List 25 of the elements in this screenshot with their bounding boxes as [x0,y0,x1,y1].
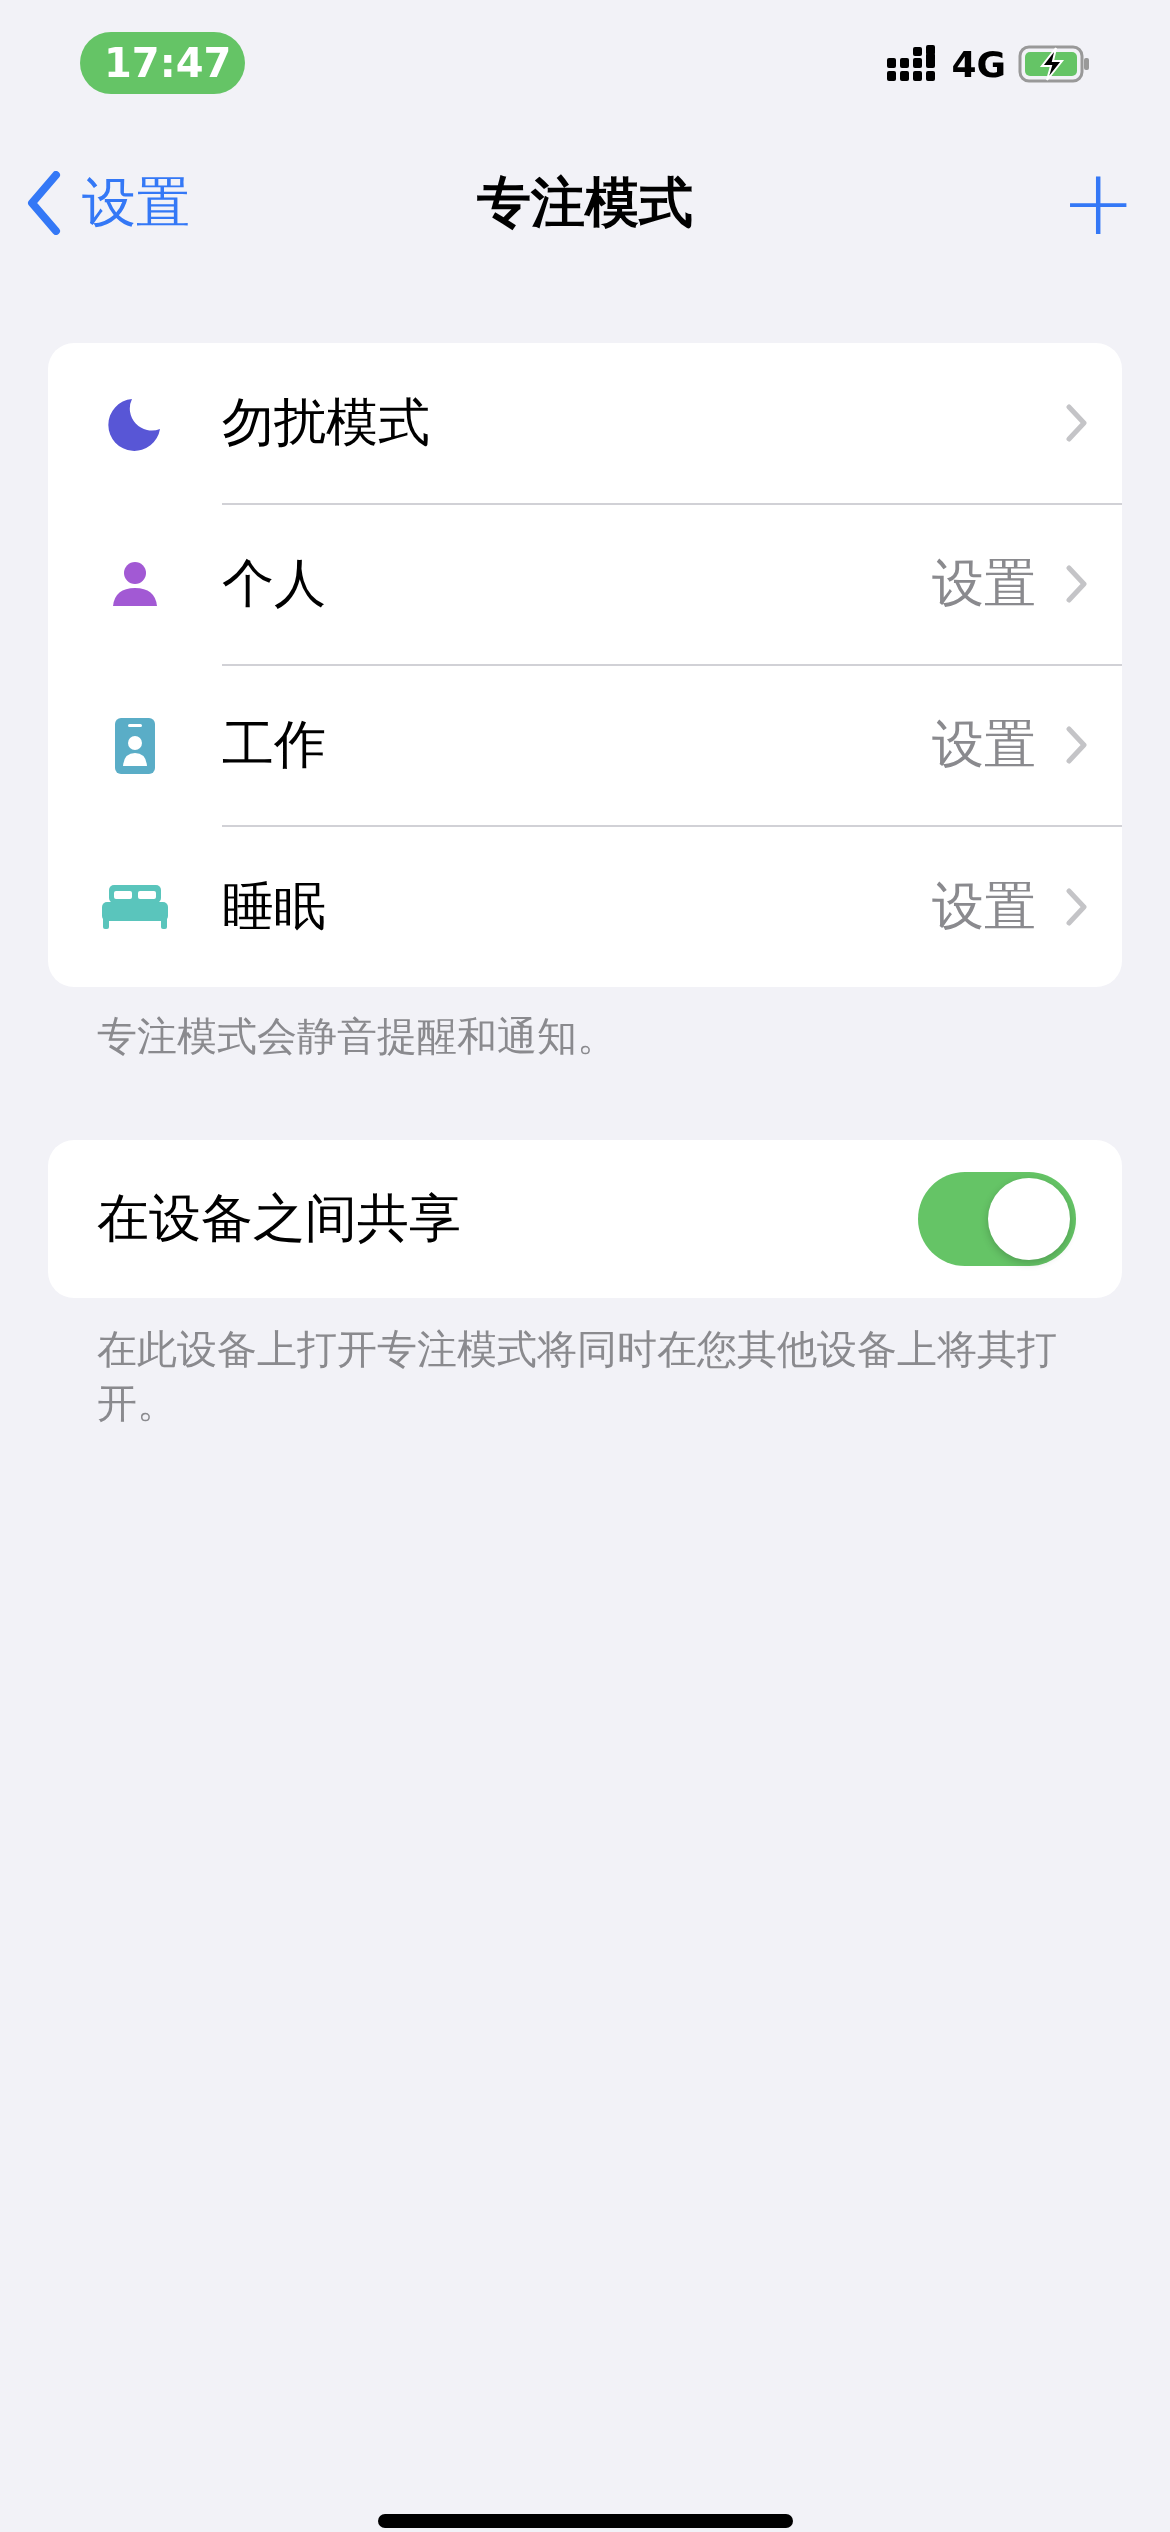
chevron-right-icon [1066,403,1088,442]
setup-label: 设置 [932,551,1036,615]
footer-note: 专注模式会静音提醒和通知。 [96,1012,618,1061]
battery-charging-icon [1018,45,1090,83]
page-title: 专注模式 [477,170,693,234]
share-label: 在设备之间共享 [97,1187,462,1250]
setup-label: 设置 [932,712,1036,776]
setup-label: 设置 [932,874,1036,938]
add-button[interactable]: + [1060,158,1136,248]
chevron-right-icon [1066,564,1088,603]
network-label: 4G [951,43,1006,85]
chevron-right-icon [1066,725,1088,764]
chevron-left-icon [26,171,62,235]
focus-mode-item[interactable]: 勿扰模式 [48,343,1122,504]
focus-mode-label: 个人 [222,551,327,615]
focus-mode-item[interactable]: 工作 设置 [48,665,1122,826]
status-time: 17:47 [80,32,245,94]
focus-mode-label: 睡眠 [222,874,327,938]
chevron-right-icon [1066,887,1088,926]
focus-mode-label: 勿扰模式 [222,390,431,454]
focus-mode-item[interactable]: 睡眠 设置 [48,826,1122,987]
focus-mode-label: 工作 [222,712,327,776]
footer-note: 在此设备上打开专注模式将同时在您其他设备上将其打开。 [96,1325,1058,1428]
focus-mode-item[interactable]: 个人 设置 [48,504,1122,665]
back-button[interactable]: 设置 [26,166,190,240]
